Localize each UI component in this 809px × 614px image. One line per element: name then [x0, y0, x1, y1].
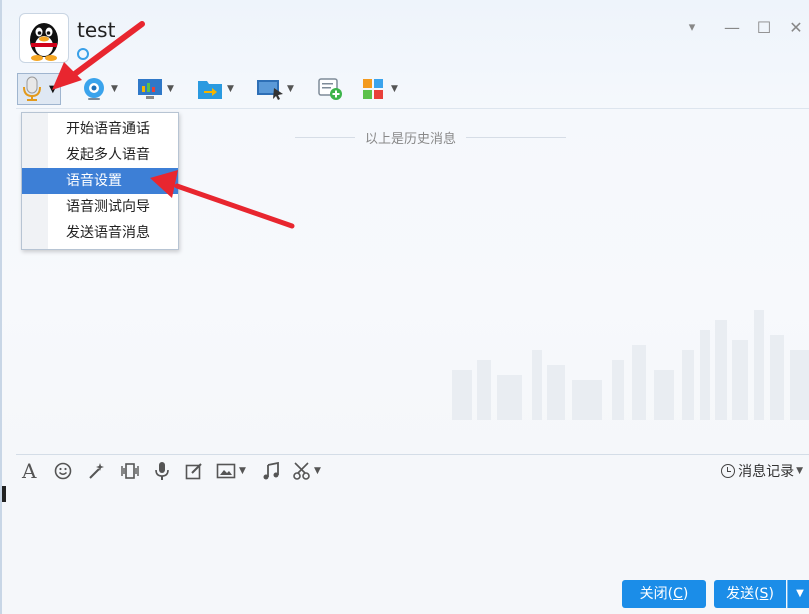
- image-icon[interactable]: ▼: [216, 460, 246, 482]
- microphone-icon: [18, 75, 46, 103]
- chevron-down-icon[interactable]: ▼: [239, 466, 246, 476]
- clock-icon: [721, 464, 736, 478]
- video-call-tool[interactable]: ▼: [80, 73, 118, 105]
- settings-dropdown-icon[interactable]: ▾: [682, 20, 702, 35]
- contact-name: test: [77, 18, 116, 42]
- voice-call-tool[interactable]: ▼: [17, 73, 61, 105]
- magic-icon[interactable]: [88, 460, 106, 482]
- message-history-button[interactable]: 消息记录 ▼: [721, 461, 803, 481]
- voice-dropdown-menu: 开始语音通话 发起多人语音 语音设置 语音测试向导 发送语音消息: [21, 112, 179, 250]
- chevron-down-icon[interactable]: ▼: [49, 84, 57, 95]
- voice-message-icon[interactable]: [154, 460, 170, 482]
- apps-icon: [360, 75, 388, 103]
- chevron-down-icon: ▼: [796, 466, 803, 476]
- input-toolbar-divider: [16, 454, 809, 455]
- menu-item-send-voice-message[interactable]: 发送语音消息: [22, 220, 178, 246]
- menu-item-voice-test-wizard[interactable]: 语音测试向导: [22, 194, 178, 220]
- chevron-down-icon[interactable]: ▼: [167, 84, 174, 94]
- remote-assist-tool[interactable]: ▼: [256, 73, 294, 105]
- send-button[interactable]: 发送(S): [714, 580, 786, 608]
- menu-item-voice-settings[interactable]: 语音设置: [22, 168, 178, 194]
- close-window-button[interactable]: ✕: [786, 18, 806, 37]
- menu-item-start-voice-call[interactable]: 开始语音通话: [22, 116, 178, 142]
- close-button[interactable]: 关闭(C): [622, 580, 706, 608]
- shake-icon[interactable]: [120, 460, 140, 482]
- chevron-down-icon[interactable]: ▼: [391, 84, 398, 94]
- create-discussion-tool[interactable]: [316, 73, 344, 105]
- chevron-down-icon[interactable]: ▼: [111, 84, 118, 94]
- history-divider-label: 以上是历史消息: [365, 132, 457, 147]
- minimize-button[interactable]: —: [722, 18, 742, 37]
- emoji-icon[interactable]: [54, 460, 72, 482]
- screenshot-icon[interactable]: ▼: [292, 460, 321, 482]
- penguin-avatar-icon: [30, 23, 58, 61]
- message-history-label: 消息记录: [738, 464, 795, 480]
- menu-item-group-voice[interactable]: 发起多人语音: [22, 142, 178, 168]
- screen-share-tool[interactable]: ▼: [136, 73, 174, 105]
- file-transfer-tool[interactable]: ▼: [196, 73, 234, 105]
- send-options-button[interactable]: ▼: [787, 580, 809, 608]
- chevron-down-icon[interactable]: ▼: [227, 84, 234, 94]
- remote-assist-icon: [256, 75, 284, 103]
- music-icon[interactable]: [262, 460, 280, 482]
- status-icon[interactable]: [77, 48, 89, 60]
- history-divider: 以上是历史消息: [285, 128, 576, 147]
- screen-share-icon: [136, 75, 164, 103]
- maximize-button[interactable]: ☐: [754, 18, 774, 37]
- chevron-down-icon[interactable]: ▼: [287, 84, 294, 94]
- skyline-background: [452, 310, 809, 420]
- doodle-icon[interactable]: [185, 460, 203, 482]
- avatar[interactable]: [19, 13, 69, 63]
- file-transfer-icon: [196, 75, 224, 103]
- chevron-down-icon[interactable]: ▼: [314, 466, 321, 476]
- apps-tool[interactable]: ▼: [360, 73, 398, 105]
- webcam-icon: [80, 75, 108, 103]
- chat-window: test ▾ — ☐ ✕ ▼ ▼ ▼ ▼ ▼ ▼ 以上是历史消息 开始语音通话 …: [0, 0, 809, 614]
- window-edge: [2, 486, 6, 502]
- font-icon[interactable]: A: [22, 459, 36, 483]
- create-discussion-icon: [316, 75, 344, 103]
- toolbar-divider: [16, 108, 809, 109]
